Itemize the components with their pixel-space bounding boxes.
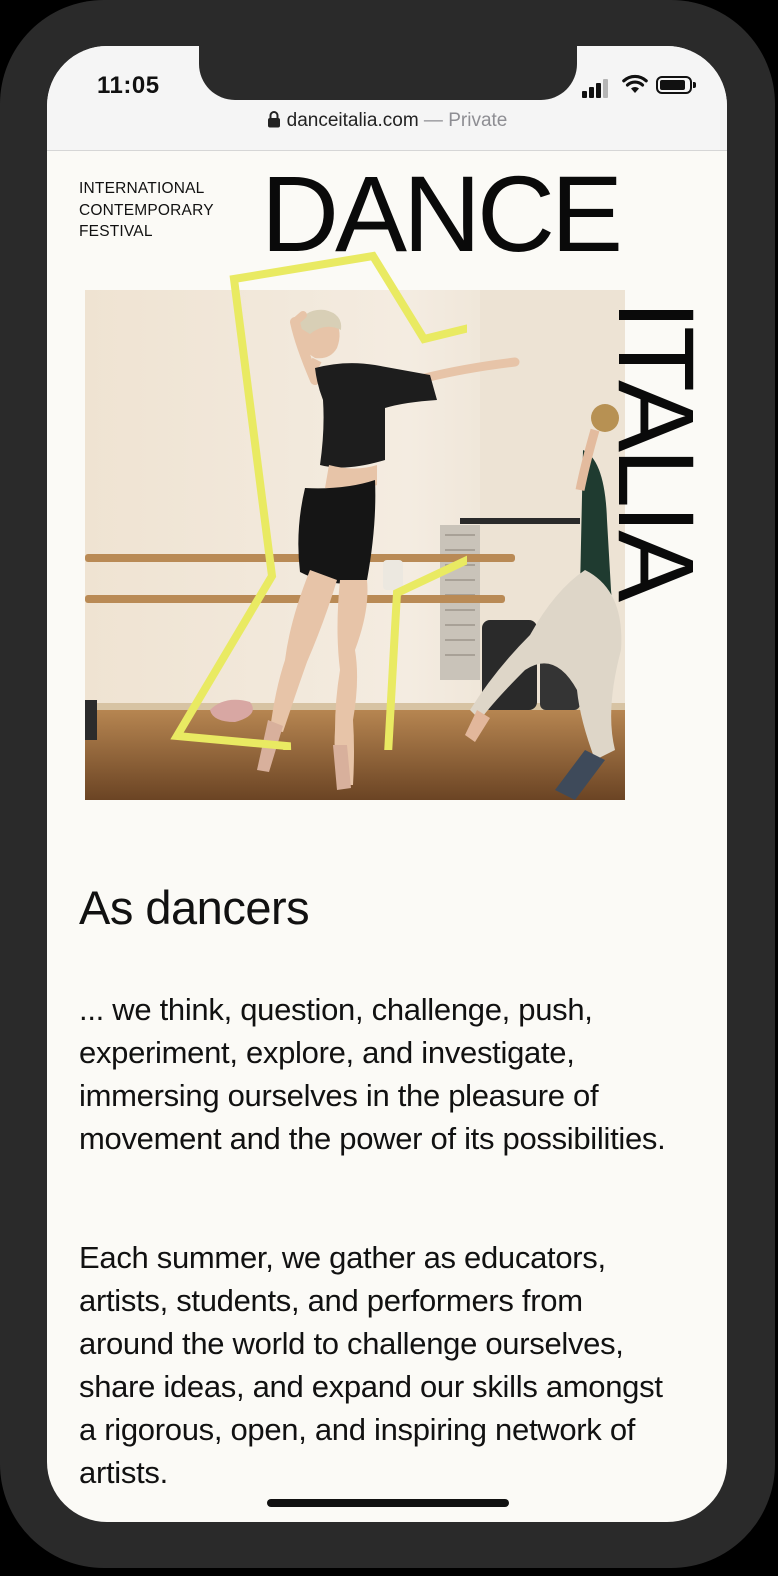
phone-frame: 11:05 danceitalia.com — Private INTERNAT… [0,0,775,1568]
browser-chrome: 11:05 danceitalia.com — Private [47,46,727,151]
battery-icon [656,76,696,94]
wifi-icon [622,74,648,93]
private-mode-label: Private [448,110,508,131]
home-indicator[interactable] [267,1499,509,1507]
page-content: INTERNATIONAL CONTEMPORARY FESTIVAL DANC… [47,150,727,1522]
accent-outline-shape [170,251,467,750]
status-time: 11:05 [97,72,160,99]
address-bar[interactable]: danceitalia.com — Private [47,110,727,132]
lock-icon [267,111,280,128]
section-heading: As dancers [79,881,310,934]
intro-paragraph: ... we think, question, challenge, push,… [79,992,666,1156]
url-text: danceitalia.com [286,110,419,131]
url-separator: — [418,110,449,131]
device-notch [199,46,577,100]
summer-paragraph: Each summer, we gather as educators, art… [79,1240,663,1490]
cellular-signal-icon [582,76,608,98]
wordmark-italia: ITALIA [596,300,717,599]
screen: 11:05 danceitalia.com — Private INTERNAT… [47,46,727,1522]
